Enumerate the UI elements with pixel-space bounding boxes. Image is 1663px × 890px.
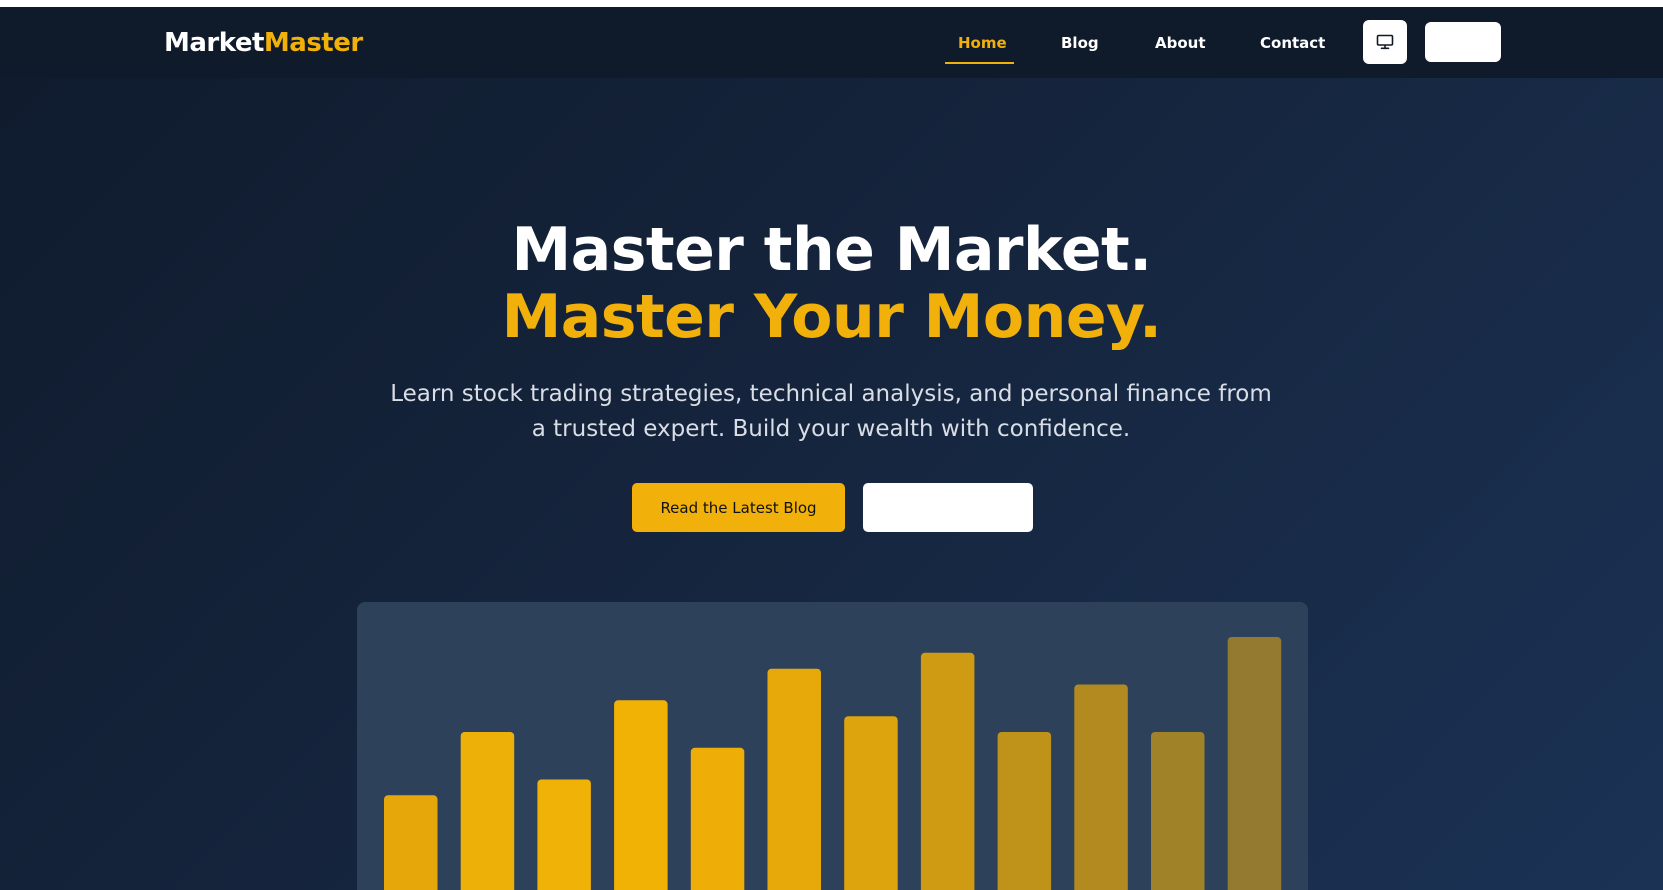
chart-bar-8 [920, 652, 975, 890]
chart-bar-5 [690, 747, 745, 890]
chart-bar-10 [1074, 684, 1128, 890]
chart-bar-2 [460, 732, 515, 890]
monitor-icon [1376, 34, 1394, 50]
theme-toggle-button[interactable] [1363, 20, 1407, 64]
logo-part-2: Master [263, 28, 363, 58]
hero-title-line-1: Master the Market. [511, 215, 1152, 285]
hero-subtitle: Learn stock trading strategies, technica… [390, 381, 1272, 442]
chart-bar-11 [1151, 732, 1205, 890]
nav-action-button[interactable] [1425, 22, 1501, 62]
read-latest-blog-button[interactable]: Read the Latest Blog [632, 483, 845, 532]
bar-chart [384, 637, 1282, 890]
nav-item-home[interactable]: Home [958, 33, 1007, 53]
chart-bar-6 [767, 668, 821, 890]
hero-title-line-2: Master Your Money. [501, 282, 1162, 352]
chart-bar-1 [384, 795, 438, 890]
logo-part-1: Market [164, 28, 264, 58]
chart-bar-9 [997, 732, 1052, 890]
chart-bar-12 [1227, 637, 1282, 890]
logo[interactable]: MarketMaster [164, 27, 363, 59]
secondary-hero-button[interactable] [863, 483, 1033, 532]
chart-bar-3 [537, 779, 591, 890]
nav-item-contact[interactable]: Contact [1260, 33, 1325, 53]
chart-card [357, 602, 1308, 890]
navbar: MarketMaster Home Blog About Contact [0, 7, 1663, 78]
active-nav-indicator [945, 62, 1014, 64]
page: MarketMaster Home Blog About Contact Mas… [0, 7, 1663, 890]
nav-item-blog[interactable]: Blog [1061, 33, 1099, 53]
chart-bar-7 [844, 716, 898, 890]
nav-item-about[interactable]: About [1155, 33, 1206, 53]
chart-bar-4 [614, 700, 668, 890]
